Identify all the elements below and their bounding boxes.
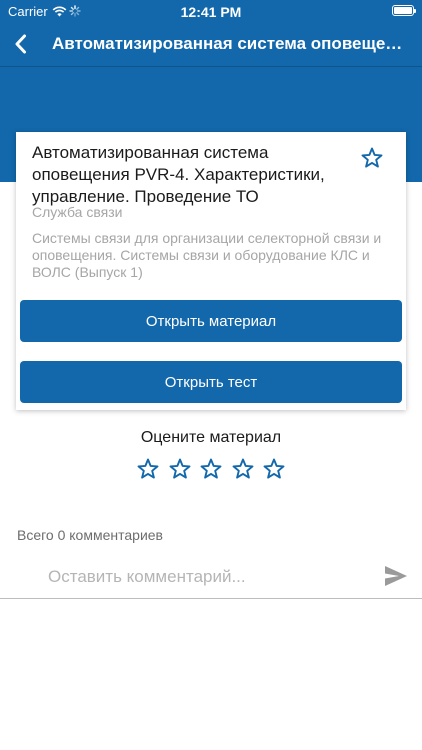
page-title: Автоматизированная система оповещения PV… [52,34,412,53]
rating-star-3[interactable] [199,457,223,481]
battery-icon [392,5,416,16]
rating-stars [136,457,286,481]
send-icon [385,566,407,586]
rating-star-4[interactable] [231,457,255,481]
material-description: Системы связи для организации селекторно… [32,230,382,280]
open-material-button[interactable]: Открыть материал [20,300,402,342]
material-title: Автоматизированная система оповещения PV… [32,143,325,206]
material-card: Автоматизированная система оповещения PV… [16,132,406,410]
favorite-star-button[interactable] [360,146,384,170]
comment-input[interactable] [48,564,366,590]
star-outline-icon [263,458,285,479]
rating-star-2[interactable] [168,457,192,481]
clock: 12:41 PM [180,4,242,20]
rating-star-5[interactable] [262,457,286,481]
star-outline-icon [361,147,383,168]
back-button[interactable] [8,30,36,58]
open-test-button[interactable]: Открыть тест [20,361,402,403]
rating-label: Оцените материал [140,429,282,446]
comments-count: Всего 0 комментариев [17,527,163,543]
status-bar: Carrier 12:41 PM [0,0,422,22]
rating-star-1[interactable] [136,457,160,481]
star-outline-icon [137,458,159,479]
material-category: Служба связи [32,204,123,220]
star-outline-icon [200,458,222,479]
navigation-bar: Автоматизированная система оповещения PV… [0,22,422,66]
nav-divider [0,66,422,67]
star-outline-icon [232,458,253,479]
send-comment-button[interactable] [382,563,410,589]
comment-divider [0,598,422,599]
star-outline-icon [169,458,190,479]
chevron-left-icon [15,34,26,54]
